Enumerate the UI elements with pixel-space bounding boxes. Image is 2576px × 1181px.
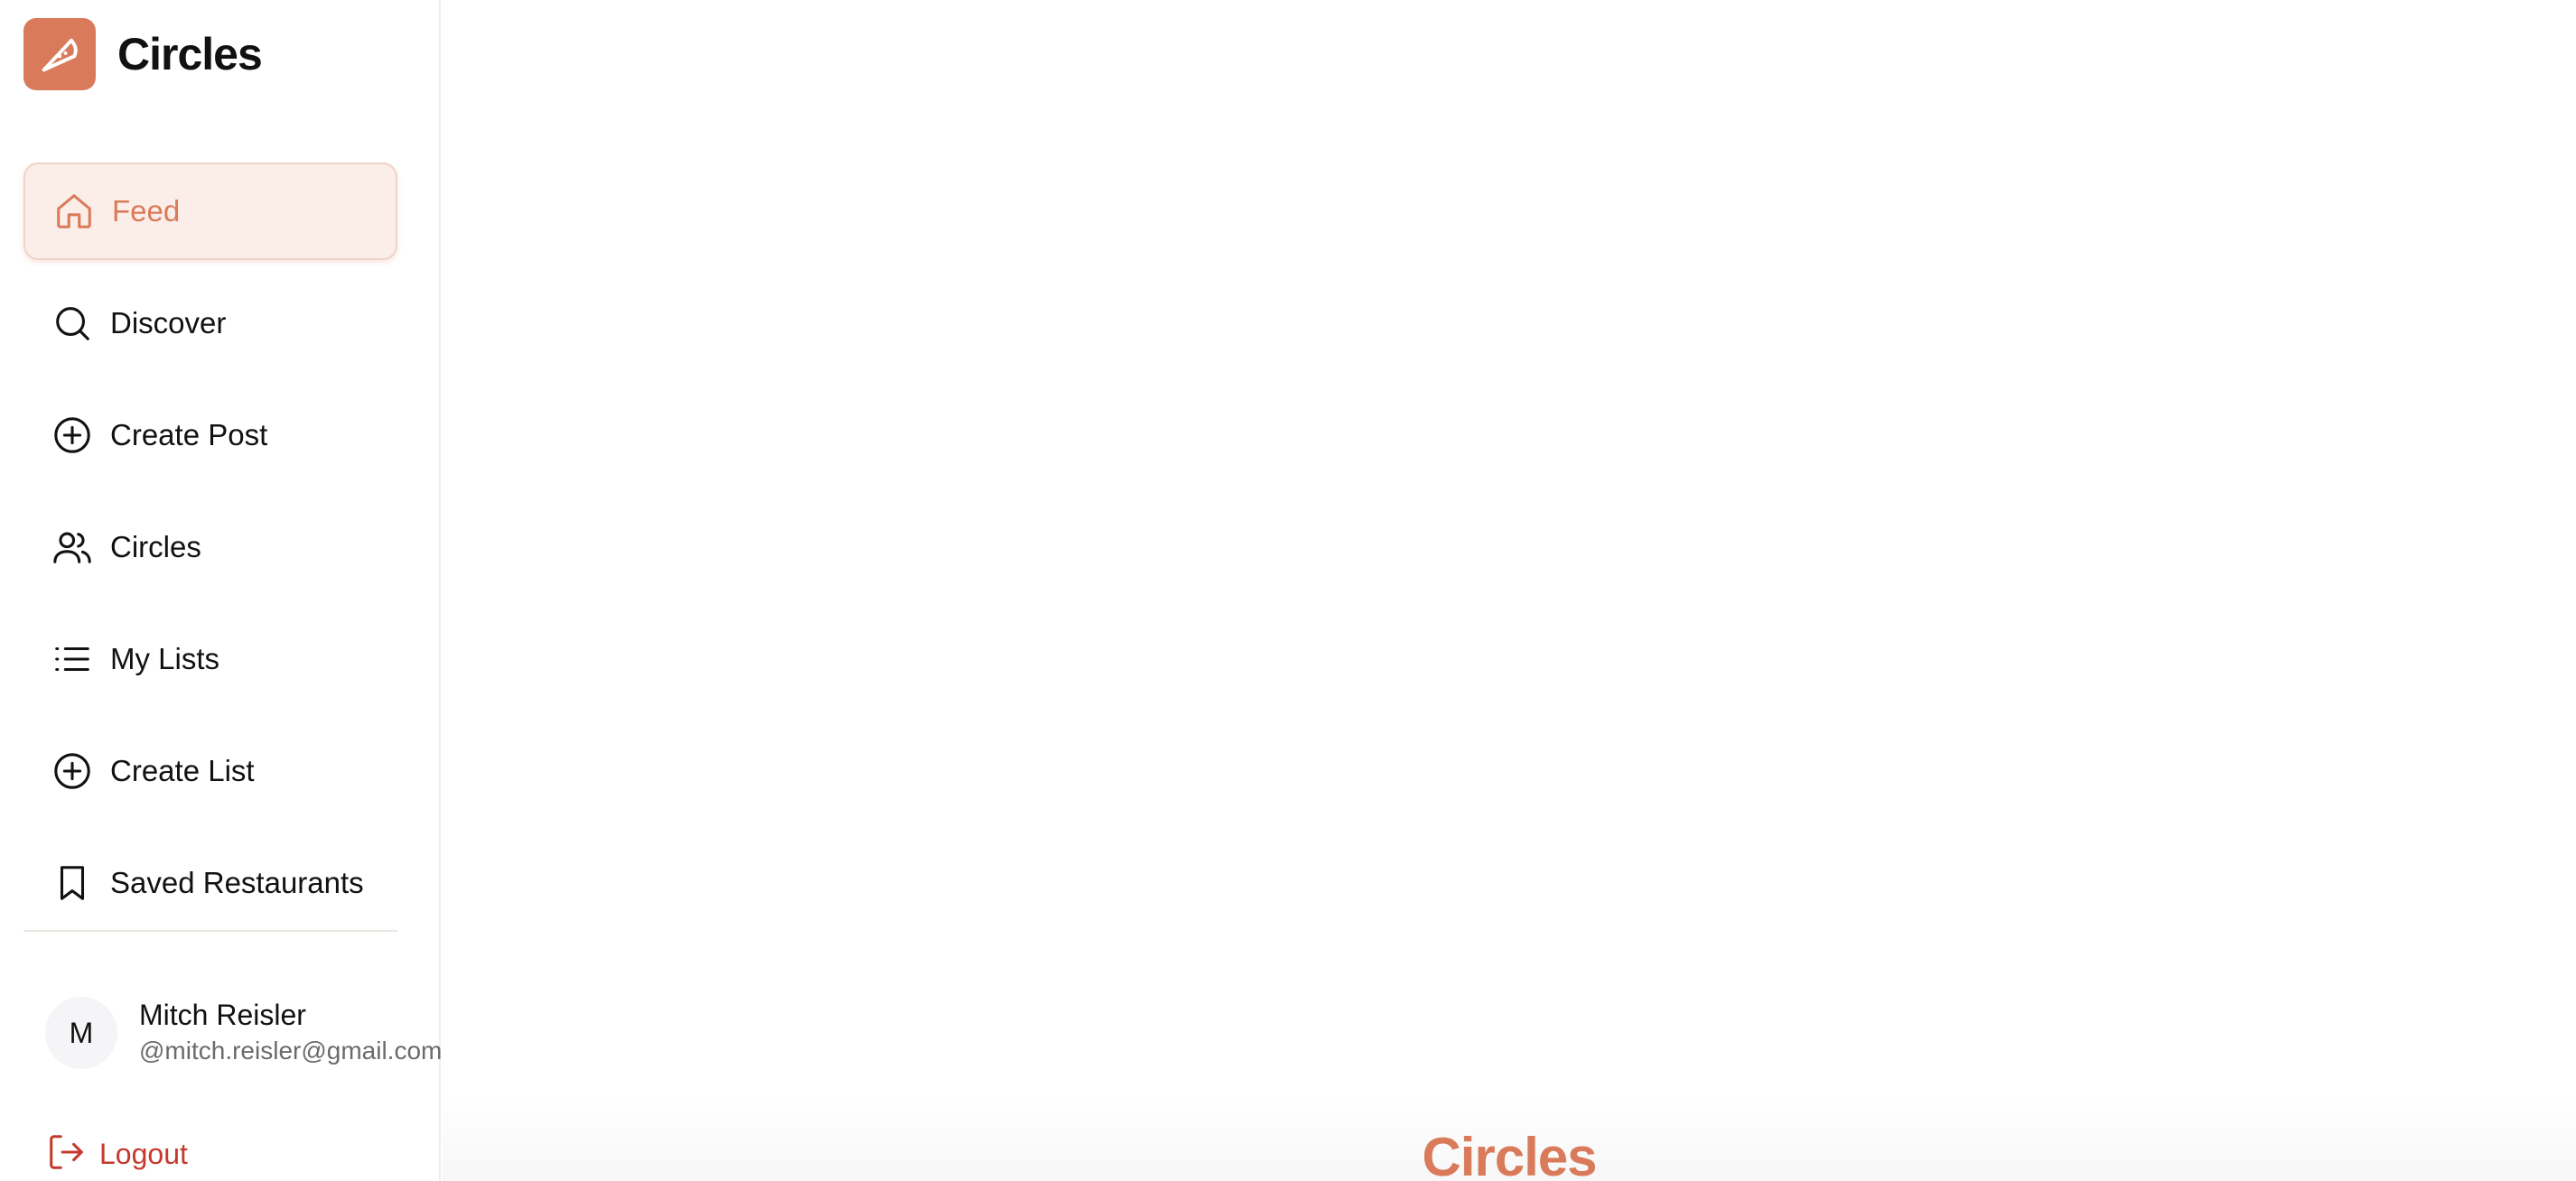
user-name: Mitch Reisler bbox=[139, 999, 306, 1031]
app: Circles Feed Discover Create Post Circle… bbox=[0, 0, 2576, 1181]
sidebar-item-my-lists[interactable]: My Lists bbox=[23, 610, 397, 708]
avatar: M bbox=[45, 997, 117, 1069]
pizza-slice-icon bbox=[23, 18, 96, 90]
footer-bar: Circles bbox=[443, 1094, 2576, 1181]
list-icon bbox=[51, 637, 94, 681]
sidebar-item-discover[interactable]: Discover bbox=[23, 274, 397, 372]
plus-circle-icon bbox=[51, 414, 94, 457]
users-icon bbox=[51, 525, 94, 569]
brand-name: Circles bbox=[117, 29, 263, 79]
sidebar-item-label: Discover bbox=[110, 306, 227, 339]
sidebar-nav: Feed Discover Create Post Circles My Lis… bbox=[23, 163, 397, 946]
sidebar-item-label: Saved Restaurants bbox=[110, 866, 364, 899]
sidebar-item-feed[interactable]: Feed bbox=[23, 163, 397, 260]
home-icon bbox=[52, 190, 96, 233]
logout-label: Logout bbox=[99, 1137, 188, 1170]
brand[interactable]: Circles bbox=[23, 18, 263, 90]
sidebar-item-saved-restaurants[interactable]: Saved Restaurants bbox=[23, 834, 397, 932]
main-content bbox=[443, 0, 2576, 1181]
user-info: Mitch Reisler @mitch.reisler@gmail.com bbox=[139, 997, 442, 1069]
logout-icon bbox=[45, 1131, 87, 1177]
sidebar-item-label: My Lists bbox=[110, 642, 220, 675]
user-profile[interactable]: M Mitch Reisler @mitch.reisler@gmail.com bbox=[45, 997, 442, 1069]
footer-brand: Circles bbox=[1422, 1127, 1597, 1181]
plus-circle-icon bbox=[51, 749, 94, 793]
sidebar: Circles Feed Discover Create Post Circle… bbox=[0, 0, 442, 1181]
user-email: @mitch.reisler@gmail.com bbox=[139, 1037, 443, 1065]
bookmark-icon bbox=[51, 861, 94, 905]
sidebar-item-create-list[interactable]: Create List bbox=[23, 722, 397, 820]
sidebar-divider bbox=[23, 930, 397, 932]
sidebar-item-label: Create List bbox=[110, 754, 255, 787]
sidebar-item-label: Create Post bbox=[110, 418, 268, 451]
logout-button[interactable]: Logout bbox=[45, 1129, 188, 1179]
sidebar-item-label: Feed bbox=[112, 194, 181, 228]
sidebar-item-circles[interactable]: Circles bbox=[23, 498, 397, 596]
search-icon bbox=[51, 302, 94, 345]
sidebar-item-label: Circles bbox=[110, 530, 201, 563]
sidebar-item-create-post[interactable]: Create Post bbox=[23, 386, 397, 484]
